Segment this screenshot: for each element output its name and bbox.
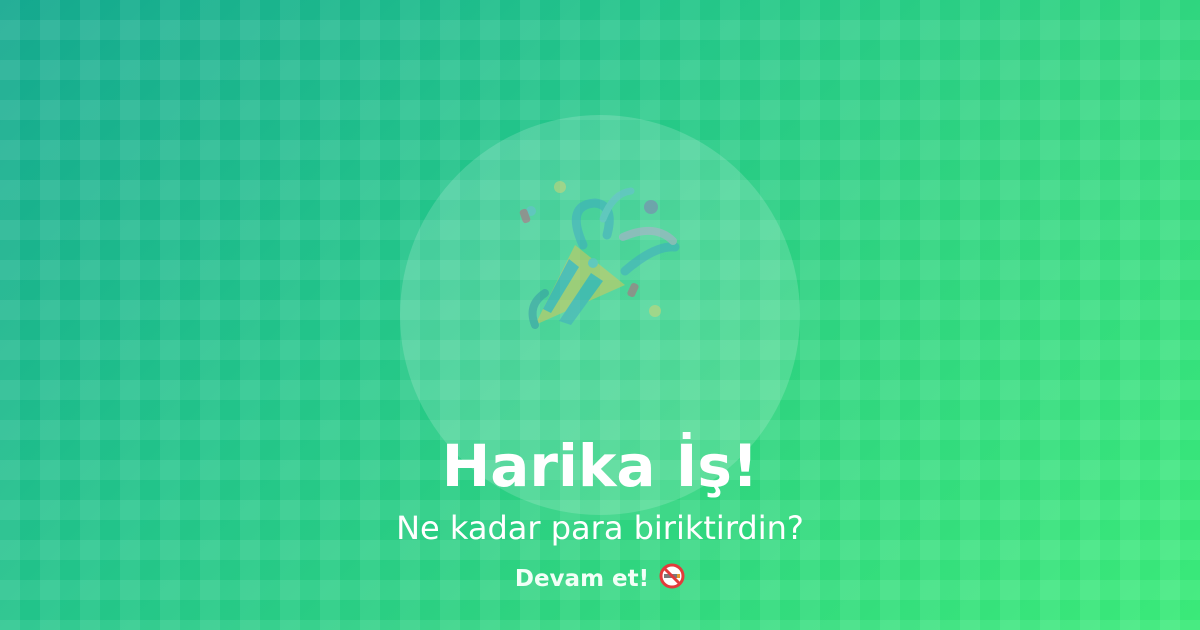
party-popper-icon	[519, 181, 680, 329]
share-card: Harika İş! Ne kadar para biriktirdin? De…	[0, 0, 1200, 630]
card-title: Harika İş!	[441, 432, 759, 500]
card-subtitle: Ne kadar para biriktirdin?	[396, 509, 804, 547]
no-smoking-icon	[659, 563, 685, 589]
continue-cta[interactable]: Devam et!	[0, 563, 1200, 595]
continue-cta-label: Devam et!	[514, 566, 650, 592]
